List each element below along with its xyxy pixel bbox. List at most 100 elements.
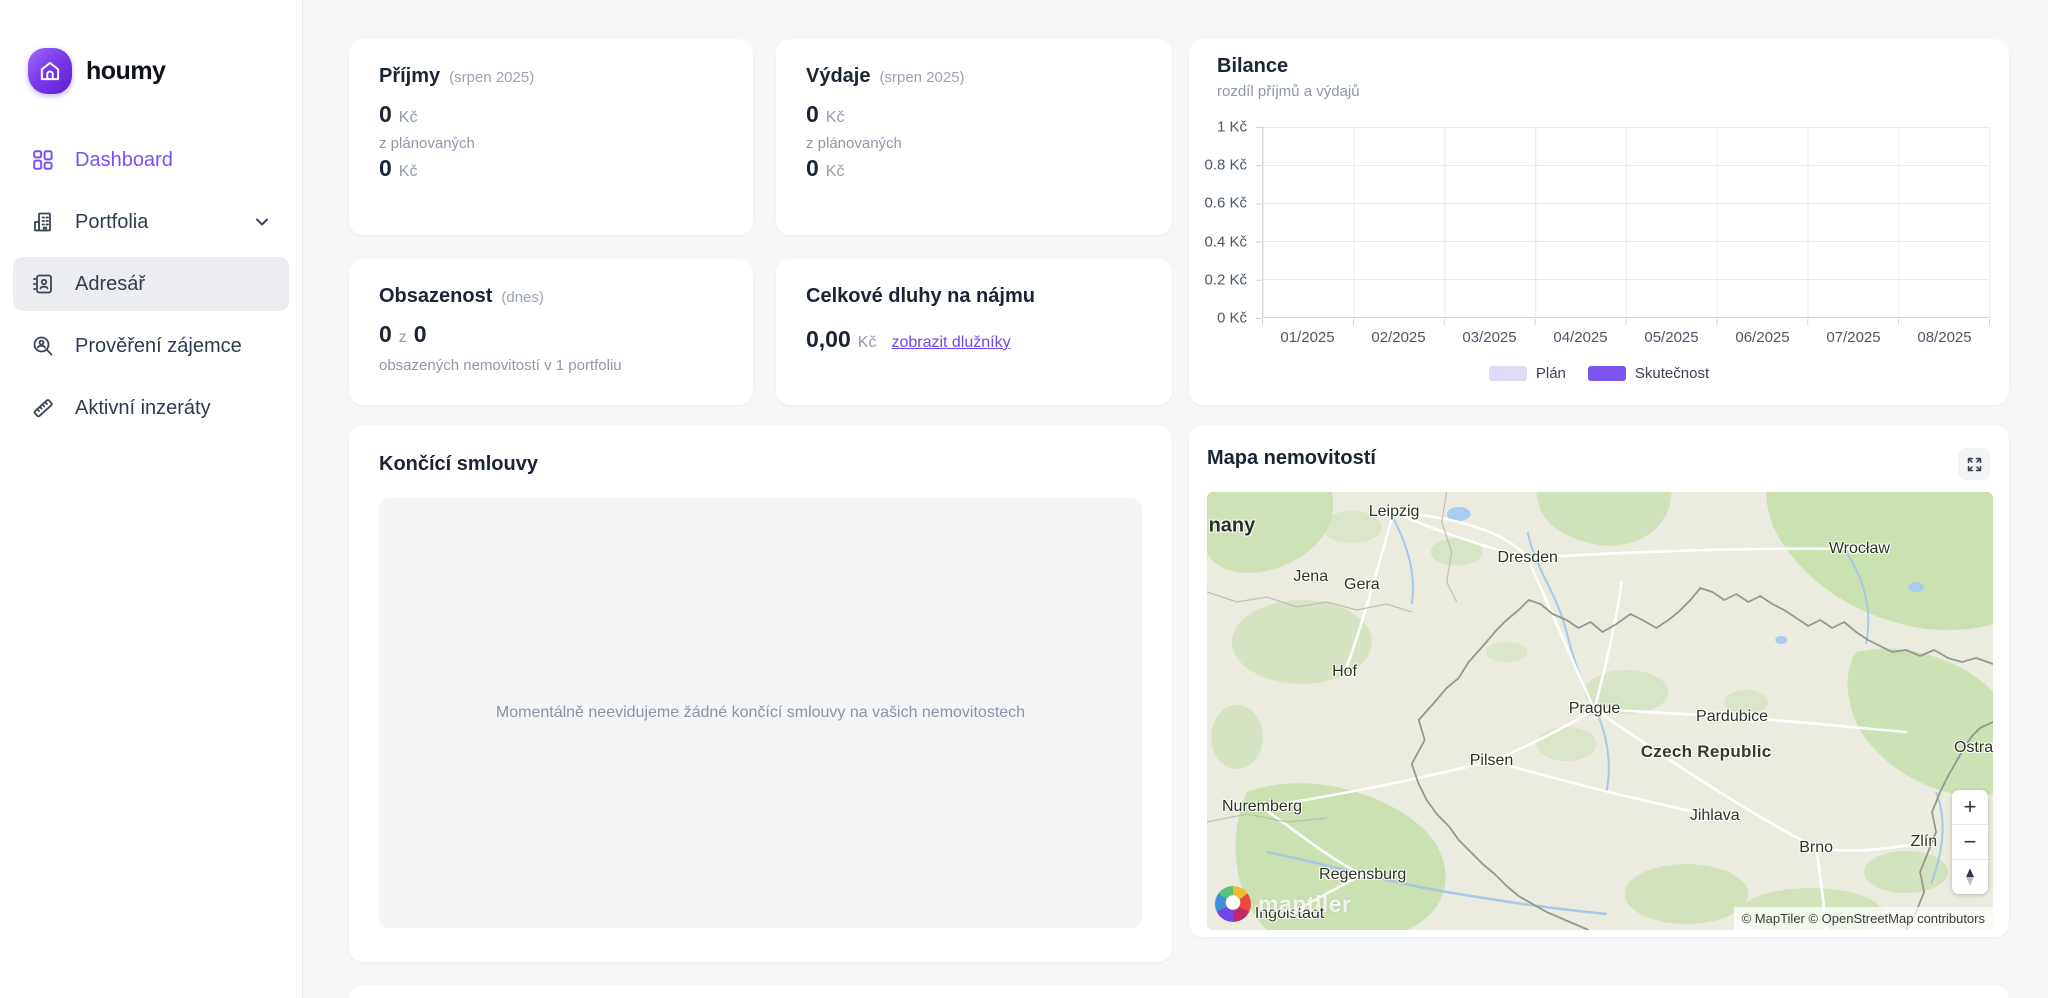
map-city-label: Regensburg	[1319, 866, 1406, 884]
dashboard-page: houmy Dashboard	[0, 0, 2048, 998]
rent-debts-value: 0,00	[806, 326, 851, 353]
sidebar-item-label: Portfolia	[75, 211, 148, 234]
map-city-label: Jihlava	[1690, 807, 1740, 825]
map-attribution[interactable]: © MapTiler © OpenStreetMap contributors	[1734, 907, 1993, 930]
map-expand-button[interactable]	[1958, 448, 1990, 480]
map-city-label: Jena	[1293, 568, 1328, 586]
x-tick-label: 03/2025	[1444, 329, 1535, 346]
map-compass-button[interactable]	[1952, 860, 1988, 894]
incomes-card: Příjmy (srpen 2025) 0 Kč z plánovaných 0…	[349, 39, 753, 235]
balance-chart-plot-area	[1262, 127, 1990, 318]
legend-label: Skutečnost	[1635, 365, 1709, 382]
ending-contracts-title: Končící smlouvy	[379, 453, 1142, 476]
legend-label: Plán	[1536, 365, 1566, 382]
incomes-planned-value: 0	[379, 155, 392, 182]
x-tick-label: 05/2025	[1626, 329, 1717, 346]
incomes-value: 0	[379, 101, 392, 128]
person-search-icon	[30, 333, 56, 359]
left-column: Příjmy (srpen 2025) 0 Kč z plánovaných 0…	[349, 39, 1172, 962]
y-tick-label: 0.6 Kč	[1204, 195, 1247, 212]
expenses-planned-label: z plánovaných	[806, 135, 1142, 152]
ending-contracts-card: Končící smlouvy Momentálně neevidujeme ž…	[349, 425, 1172, 962]
map-city-label: Wrocław	[1829, 540, 1890, 558]
balance-card: Bilance rozdíl příjmů a výdajů 1 Kč 0.8 …	[1189, 39, 2009, 405]
map-city-label: Dresden	[1497, 549, 1557, 567]
map-zoom-out-button[interactable]: −	[1952, 825, 1988, 860]
rent-debts-currency: Kč	[858, 334, 877, 352]
rent-debts-title: Celkové dluhy na nájmu	[806, 285, 1035, 308]
expenses-card: Výdaje (srpen 2025) 0 Kč z plánovaných 0…	[776, 39, 1172, 235]
map-city-label: Zlín	[1910, 833, 1937, 851]
occupancy-total: 0	[414, 321, 427, 348]
y-tick-label: 0.4 Kč	[1204, 233, 1247, 250]
expenses-planned-currency: Kč	[826, 163, 845, 181]
legend-item-plan[interactable]: Plán	[1489, 365, 1566, 382]
chart-x-axis-labels: 01/2025 02/2025 03/2025 04/2025 05/2025 …	[1262, 329, 1990, 346]
rent-debts-card: Celkové dluhy na nájmu 0,00 Kč zobrazit …	[776, 259, 1172, 405]
y-tick-label: 0.8 Kč	[1204, 157, 1247, 174]
balance-title: Bilance	[1217, 55, 1360, 78]
y-tick-label: 0.2 Kč	[1204, 271, 1247, 288]
brand-name: houmy	[86, 57, 165, 86]
occupancy-title: Obsazenost	[379, 285, 492, 308]
brand-logo[interactable]: houmy	[28, 48, 302, 94]
map-city-label: Hof	[1332, 663, 1357, 681]
map-city-label: Gera	[1344, 576, 1380, 594]
x-tick-label: 04/2025	[1535, 329, 1626, 346]
x-tick-label: 06/2025	[1717, 329, 1808, 346]
map-city-label: Nuremberg	[1222, 798, 1302, 816]
chart-legend: Plán Skutečnost	[1189, 365, 2009, 382]
sidebar-item-provereni-zajemce[interactable]: Prověření zájemce	[13, 319, 289, 373]
chart-x-ticks	[1262, 319, 1990, 325]
show-debtors-link[interactable]: zobrazit dlužníky	[891, 334, 1010, 352]
houmy-house-icon	[28, 48, 72, 94]
occupancy-separator: z	[399, 329, 407, 347]
next-section-card-edge	[349, 985, 2009, 998]
incomes-period: (srpen 2025)	[449, 69, 534, 86]
expenses-title: Výdaje	[806, 65, 870, 88]
maptiler-logo-text: maptiler	[1258, 891, 1351, 918]
incomes-planned-currency: Kč	[399, 163, 418, 181]
occupancy-period: (dnes)	[501, 289, 544, 306]
expenses-period: (srpen 2025)	[879, 69, 964, 86]
sidebar-item-aktivni-inzeraty[interactable]: Aktivní inzeráty	[13, 381, 289, 435]
map-zoom-in-button[interactable]: +	[1952, 790, 1988, 825]
expand-icon	[1966, 456, 1983, 473]
map-city-label: nany	[1209, 515, 1256, 538]
map-city-label: Ostrava	[1954, 739, 1993, 757]
property-map-title: Mapa nemovitostí	[1207, 447, 1376, 470]
contact-card-icon	[30, 271, 56, 297]
ending-contracts-empty-panel: Momentálně neevidujeme žádné končící sml…	[379, 498, 1142, 928]
sidebar-item-dashboard[interactable]: Dashboard	[13, 133, 289, 187]
sidebar-item-portfolia[interactable]: Portfolia	[13, 195, 289, 249]
map-city-label: Leipzig	[1369, 503, 1420, 521]
sidebar-nav: Dashboard Portfolia	[13, 133, 289, 443]
map-canvas[interactable]: nanyLeipzigDresdenWrocławJenaGeraHofPrag…	[1207, 492, 1993, 930]
balance-subtitle: rozdíl příjmů a výdajů	[1217, 83, 1360, 100]
x-tick-label: 02/2025	[1353, 329, 1444, 346]
sidebar: houmy Dashboard	[0, 0, 303, 998]
expenses-currency: Kč	[826, 109, 845, 127]
chevron-down-icon	[249, 209, 275, 235]
occupancy-subtitle: obsazených nemovitostí v 1 portfoliu	[379, 357, 723, 374]
y-tick-label: 1 Kč	[1217, 119, 1247, 136]
x-tick-label: 08/2025	[1899, 329, 1990, 346]
incomes-planned-label: z plánovaných	[379, 135, 723, 152]
sidebar-item-adresar[interactable]: Adresář	[13, 257, 289, 311]
ruler-icon	[30, 395, 56, 421]
x-tick-label: 01/2025	[1262, 329, 1353, 346]
occupancy-value: 0	[379, 321, 392, 348]
property-map-card: Mapa nemovitostí	[1189, 425, 2009, 937]
incomes-currency: Kč	[399, 109, 418, 127]
legend-item-skutecnost[interactable]: Skutečnost	[1588, 365, 1709, 382]
compass-needle-icon	[1963, 867, 1977, 887]
maptiler-logo[interactable]: maptiler	[1215, 886, 1351, 922]
map-city-label: Czech Republic	[1641, 742, 1772, 762]
main-content: Příjmy (srpen 2025) 0 Kč z plánovaných 0…	[302, 0, 2048, 998]
skutecnost-swatch	[1588, 366, 1626, 381]
sidebar-item-label: Dashboard	[75, 149, 173, 172]
expenses-planned-value: 0	[806, 155, 819, 182]
sidebar-item-label: Adresář	[75, 273, 145, 296]
y-tick-label: 0 Kč	[1217, 310, 1247, 327]
chart-y-axis-labels: 1 Kč 0.8 Kč 0.6 Kč 0.4 Kč 0.2 Kč 0 Kč	[1189, 127, 1247, 318]
